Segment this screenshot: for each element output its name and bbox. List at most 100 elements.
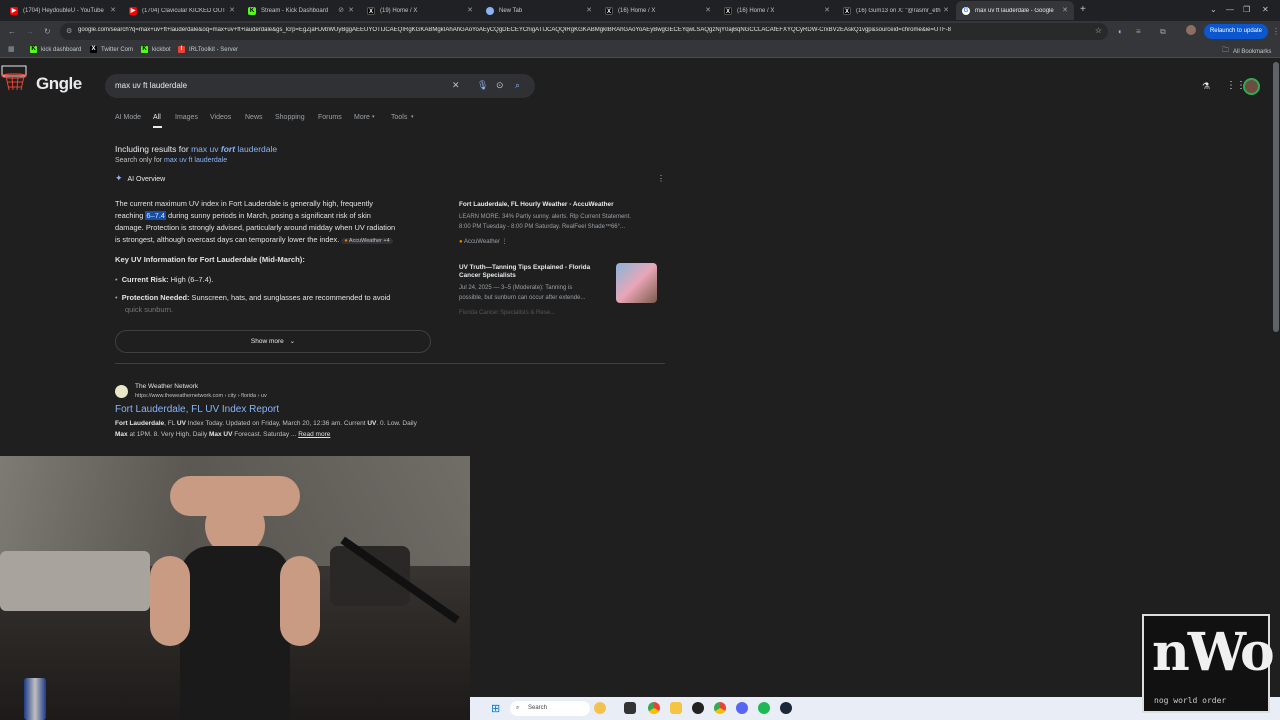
filter-videos[interactable]: Videos	[210, 114, 231, 121]
card-snippet: possible, but sunburn can occur after ex…	[459, 295, 586, 301]
card-title[interactable]: Cancer Specialists	[459, 272, 516, 280]
search-icon[interactable]: ⌕	[515, 80, 520, 91]
windows-start-icon[interactable]: ⊞	[491, 702, 500, 715]
corrected-query-link[interactable]: max uv fort lauderdale	[191, 144, 277, 154]
file-explorer-icon[interactable]	[670, 702, 682, 714]
filter-ai-mode[interactable]: AI Mode	[115, 114, 141, 121]
close-icon[interactable]: ✕	[943, 6, 949, 14]
filter-images[interactable]: Images	[175, 114, 198, 121]
snippet-bold: Max	[115, 431, 128, 438]
steam-icon[interactable]	[780, 702, 792, 714]
card-title[interactable]: UV Truth—Tanning Tips Explained - Florid…	[459, 264, 590, 272]
chevron-down-icon: ⌄	[289, 338, 296, 345]
tab-x-home-16b[interactable]: X (16) Home / X ✕	[718, 1, 836, 20]
discord-icon[interactable]	[736, 702, 748, 714]
more-options-icon[interactable]: ⋮	[502, 239, 508, 245]
filter-news[interactable]: News	[245, 114, 263, 121]
snippet-bold: UV	[176, 420, 186, 427]
result-title-link[interactable]: Fort Lauderdale, FL UV Index Report	[115, 404, 279, 415]
task-view-icon[interactable]	[624, 702, 636, 714]
extensions-icon[interactable]: ⧉	[1160, 27, 1166, 37]
bookmark-star-icon[interactable]: ☆	[1095, 26, 1102, 35]
google-doodle-logo[interactable]: Gngle	[0, 62, 90, 102]
x-icon: X	[367, 6, 375, 15]
tab-x-home-19[interactable]: X (19) Home / X ✕	[361, 1, 479, 20]
minimize-icon[interactable]: —	[1226, 5, 1234, 14]
tab-x-home-16a[interactable]: X (16) Home / X ✕	[599, 1, 717, 20]
address-bar[interactable]: ⚙ google.com/search?q=max+uv+ft+lauderda…	[60, 23, 1108, 40]
bookmark-kickbot[interactable]: K kickbot	[141, 46, 171, 53]
forward-icon[interactable]: →	[26, 27, 34, 36]
window-close-icon[interactable]: ✕	[1262, 5, 1269, 14]
chrome-profile-icon[interactable]	[714, 702, 726, 714]
snippet-text: . 0. Low. Daily	[376, 420, 417, 427]
restore-icon[interactable]: ❐	[1243, 5, 1250, 14]
close-icon[interactable]: ✕	[1062, 6, 1068, 14]
tab-kick-dashboard[interactable]: K Stream - Kick Dashboard ⊘ ✕	[242, 1, 360, 20]
new-tab-icon[interactable]: +	[1080, 4, 1086, 15]
read-more-link[interactable]: Read more	[298, 431, 330, 438]
close-icon[interactable]: ✕	[110, 6, 116, 14]
taskbar-search[interactable]: ⌕ Search	[510, 701, 590, 716]
tab-google-search[interactable]: G max uv ft lauderdale - Google ✕	[956, 1, 1074, 20]
search-query[interactable]: max uv ft lauderdale	[115, 81, 187, 90]
close-icon[interactable]: ✕	[824, 6, 830, 14]
tab-x-gum13[interactable]: X (16) Gum13 on X: "@rasmr_eth ✕	[837, 1, 955, 20]
card-thumbnail[interactable]	[616, 263, 657, 303]
filter-all[interactable]: All	[153, 114, 161, 121]
back-icon[interactable]: ←	[8, 27, 16, 36]
widgets-icon[interactable]	[594, 702, 606, 714]
all-bookmarks[interactable]: 🗀 All Bookmarks	[1222, 46, 1271, 57]
mute-icon[interactable]: ⊘	[338, 6, 344, 14]
filter-forums[interactable]: Forums	[318, 114, 342, 121]
account-avatar[interactable]	[1243, 78, 1260, 95]
result-url[interactable]: https://www.theweathernetwork.com › city…	[135, 393, 267, 399]
chrome-app-icon[interactable]	[648, 702, 660, 714]
camera-lens-icon[interactable]: ⊙	[496, 80, 504, 91]
tab-new-tab[interactable]: New Tab ✕	[480, 1, 598, 20]
relaunch-button[interactable]: Relaunch to update	[1204, 24, 1268, 39]
ai-overview-header: ✦ AI Overview	[115, 173, 165, 184]
close-icon[interactable]: ✕	[705, 6, 711, 14]
original-query-link[interactable]: max uv ft lauderdale	[164, 157, 227, 164]
profile-avatar[interactable]	[1186, 25, 1196, 35]
menu-icon[interactable]: ⋮	[1272, 27, 1280, 36]
bookmark-twitter[interactable]: X Twitter Com	[90, 46, 133, 53]
search-input[interactable]: max uv ft lauderdale ✕ 🎙 ⊙ ⌕	[105, 74, 535, 98]
media-icon[interactable]: ≡	[1136, 27, 1141, 36]
corrected-c: lauderdale	[237, 144, 278, 154]
microphone-icon[interactable]: 🎙	[477, 80, 488, 91]
bookmark-irltoolkit[interactable]: I IRLToolkit - Server	[178, 46, 238, 53]
close-icon[interactable]: ✕	[467, 6, 473, 14]
clear-icon[interactable]: ✕	[452, 80, 460, 91]
source-chip[interactable]: ● AccuWeather +4	[341, 238, 393, 244]
labs-flask-icon[interactable]: ⚗	[1202, 81, 1210, 92]
url-text[interactable]: google.com/search?q=max+uv+ft+lauderdale…	[78, 27, 1078, 33]
tab-search-icon[interactable]: ⌄	[1210, 5, 1217, 14]
extension-a-icon[interactable]: ◐	[1118, 27, 1123, 36]
bookmark-kick-dashboard[interactable]: K kick dashboard	[30, 46, 81, 53]
spotify-icon[interactable]	[758, 702, 770, 714]
filter-tools[interactable]: Tools	[391, 114, 407, 121]
taskbar-search-label: Search	[528, 705, 548, 711]
page-scrollbar[interactable]	[1273, 62, 1279, 332]
accuweather-icon: ●	[459, 239, 463, 245]
tab-title: (1704) HeydoubleU - YouTube	[23, 7, 104, 14]
result-site-name[interactable]: The Weather Network	[135, 383, 198, 390]
obs-icon[interactable]	[692, 702, 704, 714]
tab-youtube-1[interactable]: ▶ (1704) HeydoubleU - YouTube ✕	[4, 1, 122, 20]
close-icon[interactable]: ✕	[229, 6, 235, 14]
close-icon[interactable]: ✕	[586, 6, 592, 14]
site-info-icon[interactable]: ⚙	[66, 27, 72, 35]
bullet-label: Protection Needed:	[121, 293, 190, 302]
apps-icon[interactable]: ▦	[8, 45, 15, 53]
show-more-button[interactable]: Show more ⌄	[115, 330, 431, 353]
card-title[interactable]: Fort Lauderdale, FL Hourly Weather - Acc…	[459, 201, 614, 209]
filter-shopping[interactable]: Shopping	[275, 114, 305, 121]
more-options-icon[interactable]: ⋮	[657, 174, 665, 183]
can	[24, 678, 46, 720]
filter-more[interactable]: More	[354, 114, 370, 121]
tab-youtube-2[interactable]: ▶ (1704) Clavicular KICKED OUT ✕	[123, 1, 241, 20]
reload-icon[interactable]: ↻	[44, 27, 51, 36]
close-icon[interactable]: ✕	[348, 6, 354, 14]
